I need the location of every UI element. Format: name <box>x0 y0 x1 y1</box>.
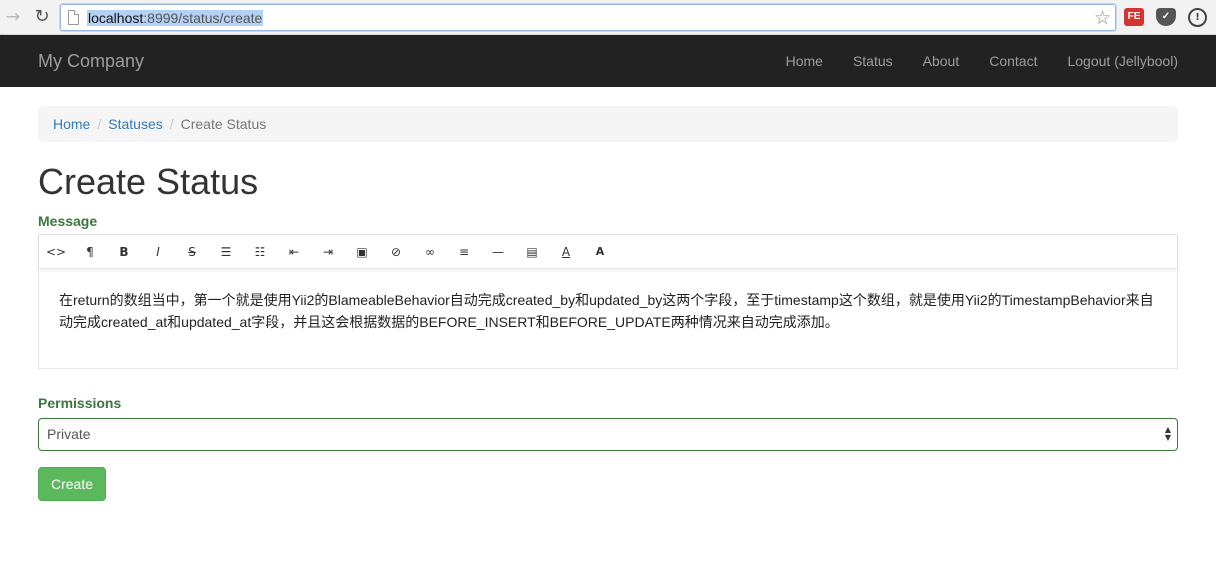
indent-icon[interactable]: ⇥ <box>311 235 345 269</box>
code-icon[interactable]: <> <box>39 235 73 269</box>
page-title: Create Status <box>38 161 259 202</box>
pocket-icon[interactable]: ✓ <box>1156 8 1176 26</box>
nav-home[interactable]: Home <box>771 35 838 87</box>
brand-logo[interactable]: My Company <box>38 50 144 72</box>
navbar: My Company Home Status About Contact Log… <box>0 35 1216 87</box>
message-label: Message <box>38 213 98 229</box>
permissions-label: Permissions <box>38 395 122 411</box>
create-button[interactable]: Create <box>38 467 106 501</box>
bold-icon[interactable]: B <box>107 235 141 269</box>
message-editor: <> ¶ B I S ☰ ☷ ⇤ ⇥ ▣ ⊘ ∞ ≡ — ▤ A A 在return的数组当中，第一个就是使用Y… <box>38 234 1178 369</box>
horizontal-rule-icon[interactable]: — <box>481 235 515 269</box>
editor-toolbar: <> ¶ B I S ☰ ☷ ⇤ ⇥ ▣ ⊘ ∞ ≡ — ▤ A A <box>39 235 1177 269</box>
file-icon[interactable]: ⊘ <box>379 235 413 269</box>
reload-icon[interactable]: ↻ <box>31 6 53 28</box>
link-icon[interactable]: ∞ <box>413 235 447 269</box>
breadcrumb-home[interactable]: Home <box>53 106 90 142</box>
page-icon <box>68 10 79 25</box>
arrow-right-icon[interactable]: → <box>2 6 24 28</box>
browser-toolbar: → ↻ localhost:8999/status/create ☆ FE ✓ … <box>0 0 1216 35</box>
table-icon[interactable]: ▤ <box>515 235 549 269</box>
strikethrough-icon[interactable]: S <box>175 235 209 269</box>
unordered-list-icon[interactable]: ☰ <box>209 235 243 269</box>
message-textarea[interactable]: 在return的数组当中，第一个就是使用Yii2的BlameableBehavi… <box>39 269 1177 353</box>
breadcrumb-separator: / <box>169 116 174 132</box>
breadcrumb-separator: / <box>97 116 102 132</box>
permissions-value: Private <box>47 426 91 442</box>
align-icon[interactable]: ≡ <box>447 235 481 269</box>
font-color-icon[interactable]: A <box>549 235 583 269</box>
info-extension-icon[interactable]: ! <box>1188 8 1207 27</box>
nav-contact[interactable]: Contact <box>974 35 1052 87</box>
breadcrumb-active: Create Status <box>180 116 267 132</box>
url-text[interactable]: localhost:8999/status/create <box>87 10 264 26</box>
breadcrumb-statuses[interactable]: Statuses <box>108 106 162 142</box>
image-icon[interactable]: ▣ <box>345 235 379 269</box>
italic-icon[interactable]: I <box>141 235 175 269</box>
background-color-icon[interactable]: A <box>583 235 617 269</box>
fe-extension-icon[interactable]: FE <box>1124 8 1144 26</box>
nav-about[interactable]: About <box>908 35 975 87</box>
nav-status[interactable]: Status <box>838 35 908 87</box>
breadcrumb: Home / Statuses / Create Status <box>38 106 1178 142</box>
address-bar[interactable]: localhost:8999/status/create ☆ <box>60 4 1116 31</box>
nav-links: Home Status About Contact Logout (Jellyb… <box>771 35 1178 87</box>
bookmark-star-icon[interactable]: ☆ <box>1094 7 1111 29</box>
ordered-list-icon[interactable]: ☷ <box>243 235 277 269</box>
outdent-icon[interactable]: ⇤ <box>277 235 311 269</box>
nav-logout[interactable]: Logout (Jellybool) <box>1052 35 1178 87</box>
paragraph-icon[interactable]: ¶ <box>73 235 107 269</box>
permissions-select[interactable]: Private ▲ ▼ <box>38 418 1178 451</box>
select-arrows-icon: ▲ ▼ <box>1164 425 1171 442</box>
